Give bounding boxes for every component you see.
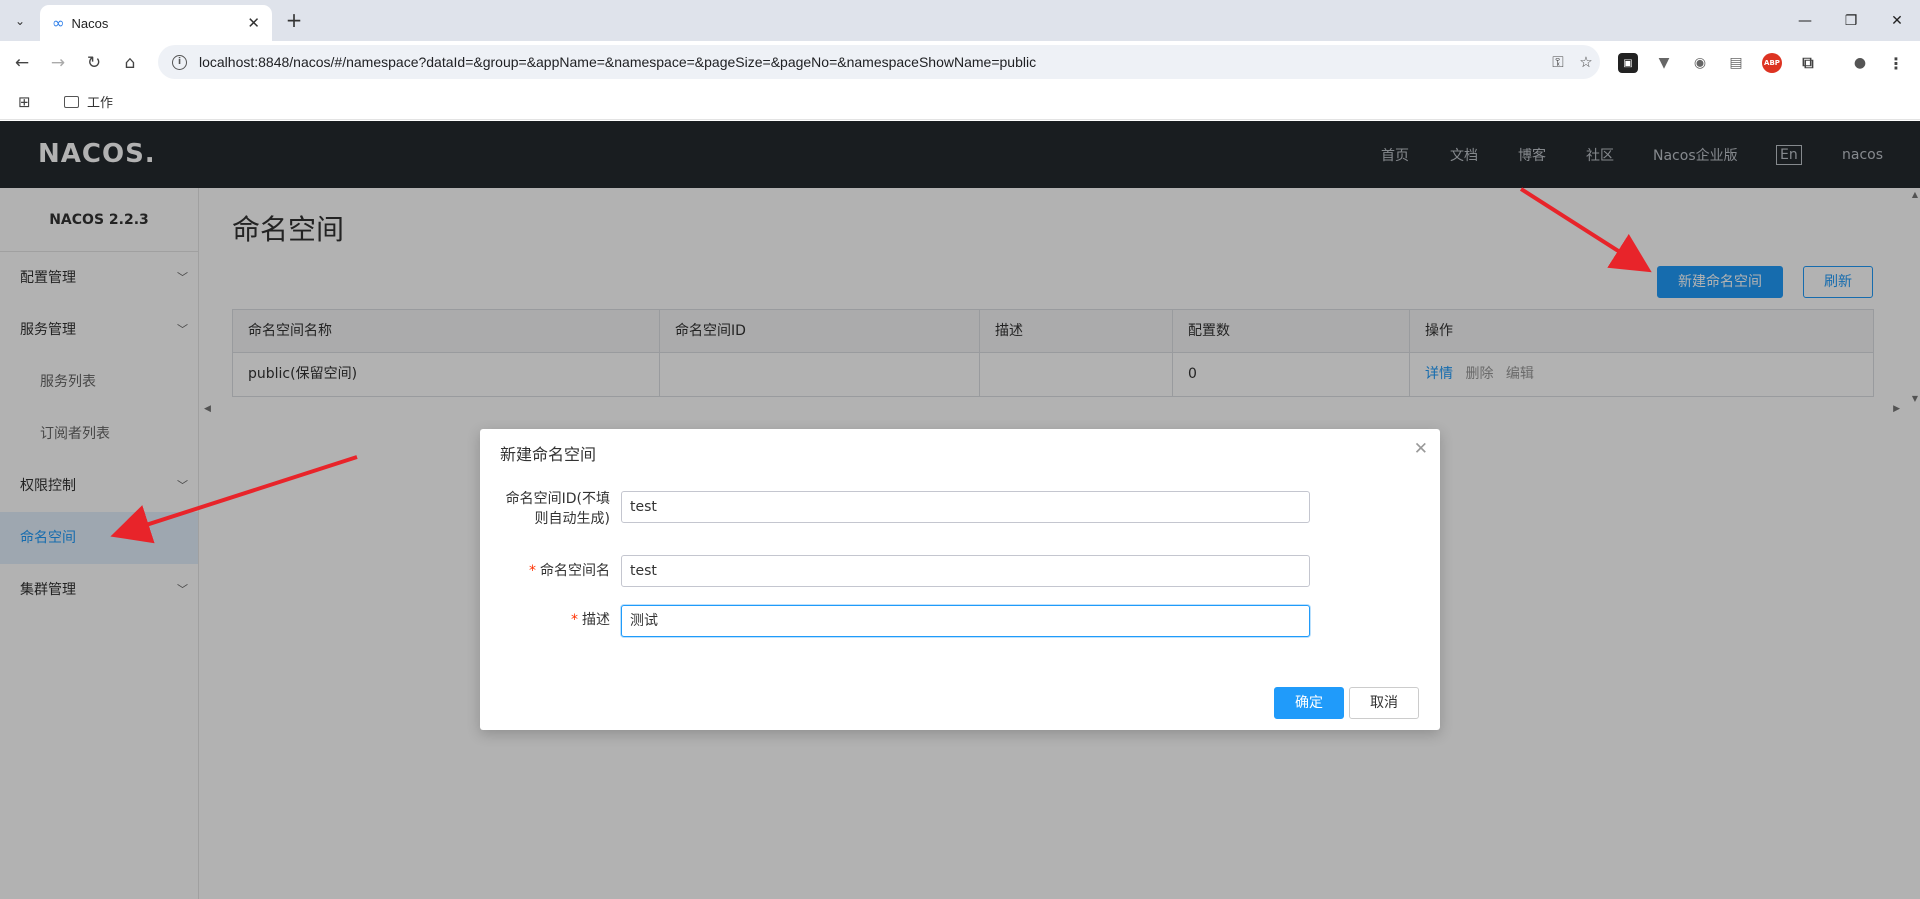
description-label: * 描述	[490, 610, 610, 630]
arrow-right-icon: →	[50, 53, 66, 73]
infinity-icon: ∞	[52, 14, 64, 32]
arrow-left-icon: ←	[14, 53, 30, 73]
extensions-puzzle-icon[interactable]: ⧉	[1798, 53, 1818, 73]
profile-icon[interactable]: ●	[1850, 53, 1870, 73]
namespace-name-label: * 命名空间名	[490, 561, 610, 581]
home-button[interactable]: ⌂	[117, 50, 143, 76]
url-text[interactable]: localhost:8848/nacos/#/namespace?dataId=…	[199, 54, 1544, 70]
restore-button[interactable]: ❐	[1826, 0, 1876, 41]
forward-button[interactable]: →	[45, 50, 71, 76]
menu-dots-icon[interactable]: ⋮	[1886, 53, 1906, 73]
dialog-title: 新建命名空间	[500, 445, 597, 464]
confirm-button[interactable]: 确定	[1274, 687, 1344, 719]
close-tab-icon[interactable]: ✕	[247, 14, 260, 32]
extension-icon-4[interactable]: ▤	[1726, 53, 1746, 73]
browser-toolbar: ← → ↻ ⌂ i localhost:8848/nacos/#/namespa…	[0, 41, 1920, 83]
folder-icon	[64, 95, 79, 108]
browser-tab-nacos[interactable]: ∞ Nacos ✕	[40, 5, 272, 41]
bookmark-star-icon[interactable]: ☆	[1572, 53, 1600, 71]
namespace-id-label-line1: 命名空间ID(不填	[505, 491, 610, 507]
close-window-button[interactable]: ✕	[1872, 0, 1920, 41]
reload-icon: ↻	[86, 53, 102, 73]
apps-grid-icon[interactable]: ⊞	[18, 93, 31, 111]
namespace-id-label-line2: 则自动生成)	[534, 511, 610, 527]
extension-icon-1[interactable]: ▣	[1618, 53, 1638, 73]
required-mark: *	[529, 563, 536, 579]
tab-title: Nacos	[71, 15, 109, 31]
new-namespace-dialog: 新建命名空间 ✕ 命名空间ID(不填 则自动生成) test * 命名空间名 te…	[480, 429, 1440, 730]
password-key-icon[interactable]: ⚿	[1544, 53, 1572, 71]
adblock-icon[interactable]: ABP	[1762, 53, 1782, 73]
description-input[interactable]: 测试	[621, 605, 1310, 637]
namespace-name-input[interactable]: test	[621, 555, 1310, 587]
namespace-id-input[interactable]: test	[621, 491, 1310, 523]
new-tab-button[interactable]: +	[282, 9, 306, 33]
description-label-text: 描述	[582, 612, 610, 628]
site-info-icon[interactable]: i	[172, 54, 187, 70]
bookmark-folder-work[interactable]: 工作	[64, 92, 113, 111]
namespace-name-label-text: 命名空间名	[540, 563, 610, 579]
reload-button[interactable]: ↻	[81, 50, 107, 76]
cancel-button[interactable]: 取消	[1349, 687, 1419, 719]
back-button[interactable]: ←	[9, 50, 35, 76]
bookmark-folder-label: 工作	[87, 96, 114, 111]
minimize-button[interactable]: —	[1780, 0, 1830, 41]
bookmarks-bar: ⊞ 工作	[0, 83, 1920, 120]
tab-search-button[interactable]: ⌄	[7, 8, 33, 34]
browser-tab-bar: ⌄ ∞ Nacos ✕ + — ❐ ✕	[0, 0, 1920, 41]
required-mark: *	[571, 612, 578, 628]
namespace-id-label: 命名空间ID(不填 则自动生成)	[490, 489, 610, 529]
chevron-down-icon: ⌄	[14, 14, 26, 28]
close-icon[interactable]: ✕	[1414, 439, 1428, 459]
extension-icon-3[interactable]: ◉	[1690, 53, 1710, 73]
home-icon: ⌂	[124, 53, 136, 73]
address-bar[interactable]: i localhost:8848/nacos/#/namespace?dataI…	[158, 45, 1600, 79]
nacos-app: NACOS. 首页 文档 博客 社区 Nacos企业版 En nacos NAC…	[0, 121, 1920, 899]
extension-icon-2[interactable]: ▼	[1654, 53, 1674, 73]
